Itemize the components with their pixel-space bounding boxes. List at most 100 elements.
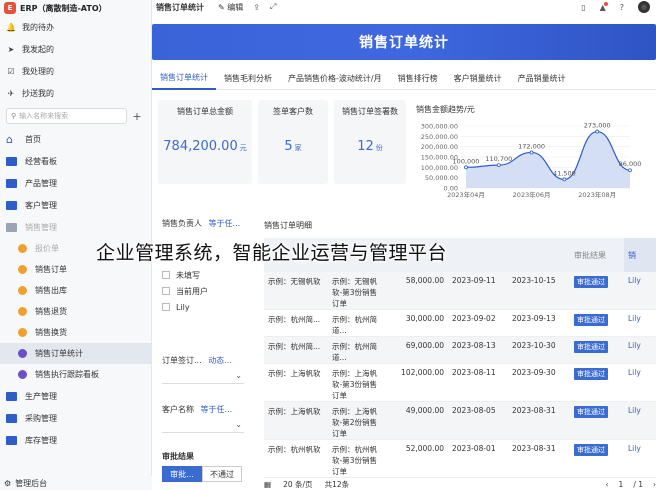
owner-option-unfilled[interactable]: 未填写 <box>162 267 252 283</box>
date-select[interactable]: ⌄ <box>162 370 244 384</box>
page-banner: 销售订单统计 <box>152 24 656 60</box>
current-page[interactable]: 1 <box>619 480 624 489</box>
option-label: Lily <box>176 302 190 312</box>
checkbox[interactable] <box>162 271 170 279</box>
filter-approval: 审批结果 <box>162 451 252 462</box>
data-label: 172,000 <box>518 142 545 150</box>
sales-sub-return[interactable]: 销售退货 <box>0 301 151 322</box>
menu-purchase[interactable]: 采购管理 <box>0 407 151 429</box>
quick-item[interactable]: 🔔 我的待办 <box>0 16 151 38</box>
avatar[interactable]: ● <box>638 1 650 13</box>
table-row[interactable]: 示例：无锡帆软 示例：无锡帆软-第3份销售订单 58,000.00 2023-09-1… <box>264 272 656 310</box>
sales-sub-outbound[interactable]: 销售出库 <box>0 280 151 301</box>
menu-dashboard[interactable]: 经营看板 <box>0 150 151 172</box>
fullscreen-icon[interactable]: ⤢ <box>270 2 276 12</box>
menu-inventory[interactable]: 库存管理 <box>0 429 151 451</box>
table-row[interactable]: 示例：杭州帆软 示例：杭州帆软-第3份销售订单 52,000.00 2023-08-0… <box>264 439 656 478</box>
menu-product[interactable]: 产品管理 <box>0 172 151 194</box>
quick-item[interactable]: ➤ 我发起的 <box>0 38 151 60</box>
filter-owner-mode[interactable]: 等于任... <box>209 219 241 228</box>
filter-owner: 销售负责人 等于任... <box>162 218 252 229</box>
window-icon[interactable]: ▯ <box>581 3 585 12</box>
sales-sub-label: 销售换货 <box>35 328 67 337</box>
cell-amount: 58,000.00 <box>388 272 448 310</box>
approval-reject-button[interactable]: 不通过 <box>202 466 242 482</box>
tab-customer-volume[interactable]: 客户销量统计 <box>446 68 510 90</box>
approval-pass-button[interactable]: 审批... <box>162 466 202 482</box>
menu-production[interactable]: 生产管理 <box>0 385 151 407</box>
tab-price-fluctuation[interactable]: 产品销售价格-波动统计/月 <box>280 68 390 90</box>
owner-option-current[interactable]: 当前用户 <box>162 283 252 299</box>
tab-product-volume[interactable]: 产品销量统计 <box>510 68 574 90</box>
y-tick-label: 300,000.00 <box>421 123 458 131</box>
cell-amount: 69,000.00 <box>388 336 448 364</box>
page-size-select[interactable]: 20 条/页 <box>283 479 312 490</box>
checkbox[interactable] <box>162 303 170 311</box>
table-row[interactable]: 示例：上海帆软 示例：上海帆软-第2份销售订单 49,000.00 2023-08-0… <box>264 401 656 440</box>
x-tick-label: 2023年08月 <box>578 190 616 199</box>
cell-customer: 示例：上海帆软 <box>264 363 328 402</box>
menu-customer[interactable]: 客户管理 <box>0 194 151 216</box>
header-cell-approval[interactable]: 审批结果 <box>570 238 624 272</box>
filter-date-mode[interactable]: 动态... <box>208 356 232 365</box>
approval-status-badge: 审批通过 <box>574 368 608 380</box>
header-cell[interactable] <box>508 238 570 272</box>
pencil-icon: ✎ <box>218 2 225 12</box>
table-row[interactable]: 示例：杭州简... 示例：杭州简道... 69,000.00 2023-08-13 20… <box>264 336 656 364</box>
filter-cust-mode[interactable]: 等于任... <box>201 405 233 414</box>
y-tick-label: 50,000.00 <box>425 174 458 182</box>
report-icon <box>18 349 27 358</box>
tab-margin[interactable]: 销售毛利分析 <box>216 68 280 90</box>
cell-sign-date: 2023-08-13 <box>448 336 508 364</box>
filter-customer: 客户名称 等于任... <box>162 404 252 415</box>
share-icon[interactable]: ⇪ <box>253 3 260 12</box>
approval-status-badge: 审批通过 <box>574 444 608 456</box>
kpi-value: 12 份 <box>357 139 383 154</box>
menu-home[interactable]: ⌂ 首页 <box>0 128 151 150</box>
sales-sub-label: 销售执行跟踪看板 <box>35 370 99 379</box>
filter-date: 订单签订... 动态... <box>162 355 252 366</box>
cell-order-name: 示例：无锡帆软-第3份销售订单 <box>328 272 388 310</box>
tab-order-stats[interactable]: 销售订单统计 <box>152 68 216 90</box>
table-row[interactable]: 示例：杭州简... 示例：杭州简道... 30,000.00 2023-09-02 20… <box>264 309 656 337</box>
checkbox[interactable] <box>162 287 170 295</box>
table-row[interactable]: 示例：上海帆软 示例：上海帆软-第3份销售订单 102,000.00 2023-08-… <box>264 363 656 402</box>
menu-sales-label: 销售管理 <box>25 222 57 232</box>
app-brand[interactable]: E ERP（离散制造-ATO） <box>0 0 151 16</box>
data-point <box>595 129 600 134</box>
form-icon <box>18 307 27 316</box>
sales-sub-tracking[interactable]: 销售执行跟踪看板 <box>0 364 151 385</box>
data-point <box>628 168 632 173</box>
tab-ranking[interactable]: 销售排行榜 <box>390 68 446 90</box>
form-icon <box>18 265 27 274</box>
x-tick-label: 2023年04月 <box>447 190 485 199</box>
owner-option-lily[interactable]: Lily <box>162 299 252 315</box>
notification-icon[interactable]: ▲ <box>600 1 608 12</box>
sales-sub-exchange[interactable]: 销售换货 <box>0 322 151 343</box>
admin-link[interactable]: ⚙ 管理后台 <box>0 476 152 490</box>
menu-sales[interactable]: 销售管理 <box>0 216 151 238</box>
folder-open-icon <box>6 222 17 232</box>
cell-order-name: 示例：杭州简道... <box>328 309 388 337</box>
approval-status-badge: 审批通过 <box>574 341 608 353</box>
search-placeholder: 输入名称来搜索 <box>19 112 69 120</box>
search-input[interactable]: ⚲ 输入名称来搜索 <box>6 108 127 124</box>
customer-select[interactable]: ⌄ <box>162 419 244 433</box>
edit-button[interactable]: ✎ 编辑 <box>218 2 243 13</box>
quick-item[interactable]: ☑ 我处理的 <box>0 60 151 82</box>
data-label: 86,000 <box>619 160 642 168</box>
cell-approval: 审批通过 <box>570 336 624 364</box>
header-cell-owner[interactable]: 销 <box>624 238 656 272</box>
prev-page-icon[interactable]: ‹ <box>606 480 609 489</box>
help-icon[interactable]: ? <box>620 3 624 12</box>
sales-sub-stats[interactable]: 销售订单统计 <box>0 343 151 364</box>
header-cell[interactable] <box>448 238 508 272</box>
grid-icon[interactable]: ▦ <box>264 480 271 489</box>
cell-customer: 示例：杭州简... <box>264 336 328 364</box>
add-icon[interactable]: + <box>129 110 145 123</box>
total-count: 共12条 <box>324 479 350 489</box>
menu-product-label: 产品管理 <box>25 178 57 188</box>
quick-item[interactable]: ✈ 抄送我的 <box>0 82 151 104</box>
order-detail-table: 审批结果 销 示例：无锡帆软 示例：无锡帆软-第3份销售订单 58,000.00 20… <box>264 238 656 478</box>
option-label: 当前用户 <box>176 286 208 296</box>
